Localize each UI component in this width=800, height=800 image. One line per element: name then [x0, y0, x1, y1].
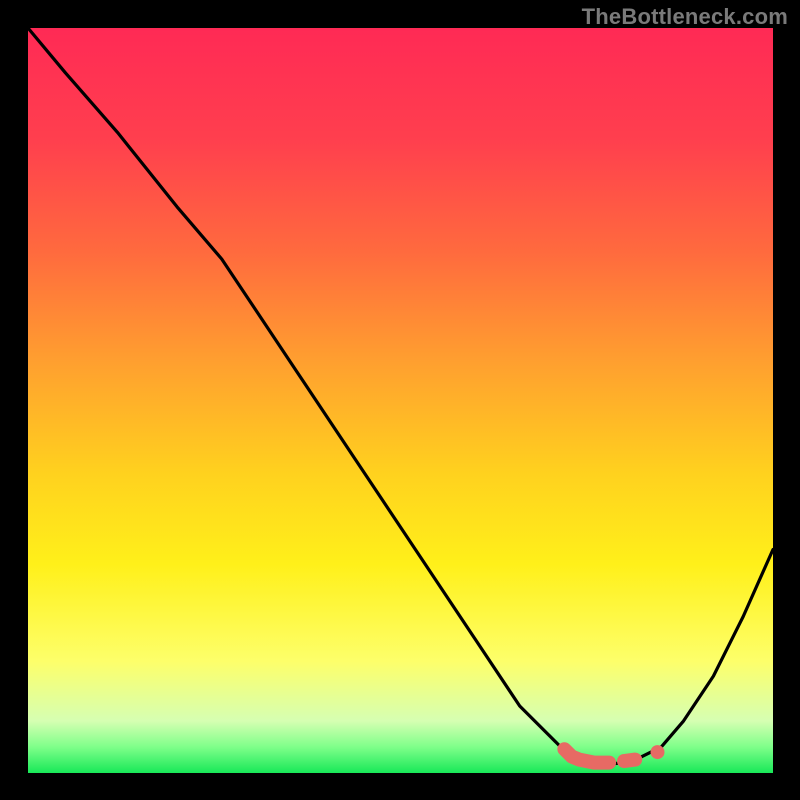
watermark-text: TheBottleneck.com — [582, 4, 788, 30]
highlight-segment-1 — [624, 760, 635, 762]
chart-svg — [0, 0, 800, 800]
plot-area — [28, 28, 773, 773]
highlight-point-0 — [651, 745, 665, 759]
chart-frame: TheBottleneck.com — [0, 0, 800, 800]
